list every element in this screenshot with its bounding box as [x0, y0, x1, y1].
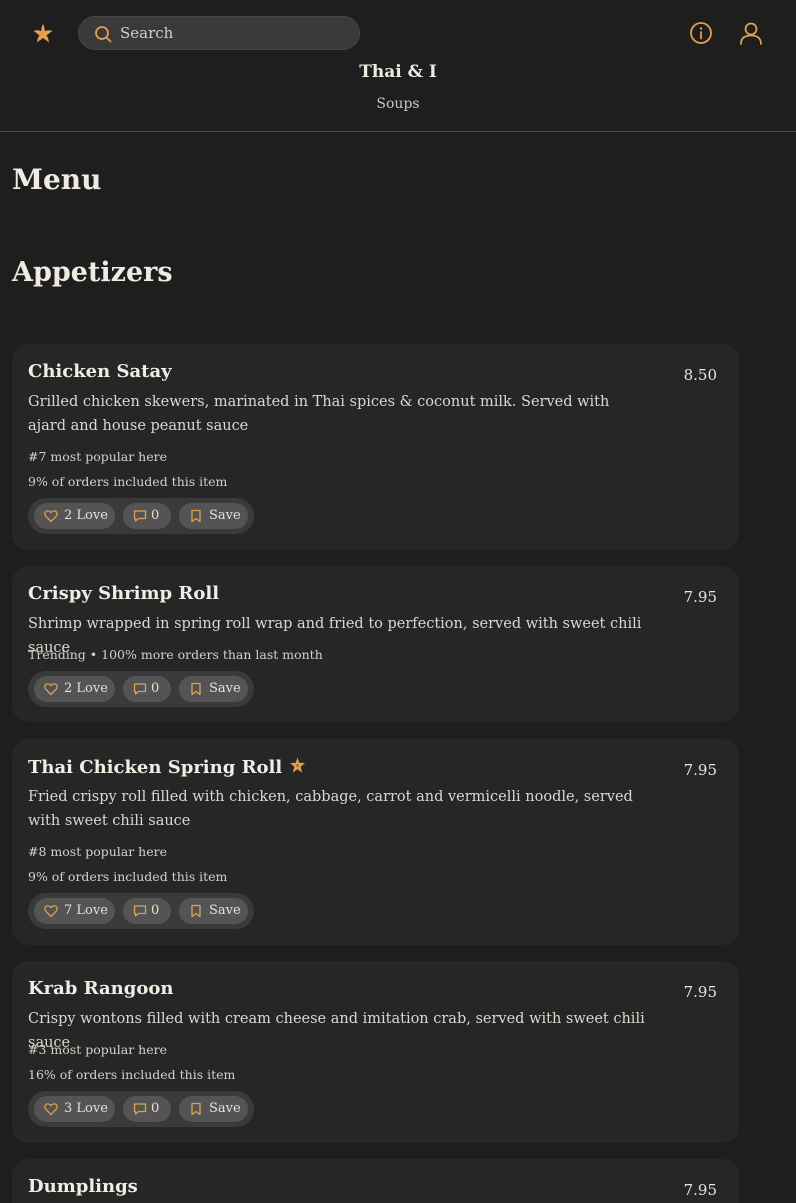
current-category[interactable]: Soups — [0, 96, 796, 112]
item-description: Grilled chicken skewers, marinated in Th… — [28, 394, 610, 434]
menu-item-card[interactable]: Krab Rangoon 7.95 Crispy wontons filled … — [12, 961, 739, 1143]
comment-button[interactable]: 0 — [123, 1096, 171, 1122]
love-count: 2 Love — [64, 508, 108, 523]
comment-count: 0 — [151, 903, 160, 918]
item-name: Thai Chicken Spring Roll — [28, 756, 307, 778]
orders-stat: 9% of orders included this item — [28, 869, 228, 884]
comment-button[interactable]: 0 — [123, 503, 171, 529]
popularity-stat: #3 most popular here — [28, 1042, 167, 1057]
love-count: 7 Love — [64, 903, 108, 918]
love-button[interactable]: 7 Love — [34, 898, 115, 924]
orders-stat: 9% of orders included this item — [28, 474, 228, 489]
save-button[interactable]: Save — [179, 503, 248, 529]
item-actions: 2 Love 0 Save — [28, 498, 254, 534]
item-name: Dumplings — [28, 1176, 138, 1197]
heart-icon — [44, 683, 58, 696]
bookmark-icon — [191, 904, 201, 918]
item-name: Krab Rangoon — [28, 978, 174, 999]
comment-count: 0 — [151, 508, 160, 523]
love-count: 2 Love — [64, 681, 108, 696]
item-price: 8.50 — [683, 366, 717, 384]
heart-icon — [44, 905, 58, 918]
item-name: Crispy Shrimp Roll — [28, 583, 220, 604]
menu-item-card[interactable]: Crispy Shrimp Roll 7.95 Shrimp wrapped i… — [12, 566, 739, 722]
trending-stat: Trending • 100% more orders than last mo… — [28, 647, 323, 662]
item-price: 7.95 — [683, 588, 717, 606]
save-button[interactable]: Save — [179, 676, 248, 702]
comment-icon — [133, 905, 147, 917]
heart-icon — [44, 510, 58, 523]
comment-icon — [133, 683, 147, 695]
love-button[interactable]: 2 Love — [34, 503, 115, 529]
item-actions: 3 Love 0 Save — [28, 1091, 254, 1127]
user-account-icon[interactable] — [738, 20, 764, 46]
restaurant-name: Thai & I — [359, 62, 437, 82]
save-label: Save — [209, 1101, 241, 1116]
info-icon[interactable] — [689, 21, 713, 45]
love-button[interactable]: 3 Love — [34, 1096, 115, 1122]
bookmark-icon — [191, 682, 201, 696]
comment-icon — [133, 1103, 147, 1115]
menu-item-card[interactable]: Chicken Satay 8.50 Grilled chicken skewe… — [12, 344, 739, 550]
save-label: Save — [209, 681, 241, 696]
search-icon — [95, 26, 112, 43]
menu-item-card[interactable]: Dumplings 7.95 — [12, 1159, 739, 1203]
heart-icon — [44, 1103, 58, 1116]
orders-stat: 16% of orders included this item — [28, 1067, 236, 1082]
item-description: Fried crispy roll filled with chicken, c… — [28, 789, 633, 829]
popularity-stat: #8 most popular here — [28, 844, 167, 859]
popularity-stat: #7 most popular here — [28, 449, 167, 464]
comment-icon — [133, 510, 147, 522]
love-count: 3 Love — [64, 1101, 108, 1116]
featured-flower-icon — [290, 757, 306, 773]
save-button[interactable]: Save — [179, 1096, 248, 1122]
love-button[interactable]: 2 Love — [34, 676, 115, 702]
search-bar[interactable]: Search — [78, 16, 360, 50]
item-actions: 7 Love 0 Save — [28, 893, 254, 929]
comment-count: 0 — [151, 1101, 160, 1116]
top-bar: Search Thai & I Soups — [0, 0, 796, 132]
menu-item-card[interactable]: Thai Chicken Spring Roll 7.95 Fried cris… — [12, 739, 739, 945]
section-title: Appetizers — [12, 257, 173, 288]
item-actions: 2 Love 0 Save — [28, 671, 254, 707]
bookmark-icon — [191, 1102, 201, 1116]
save-label: Save — [209, 903, 241, 918]
comment-count: 0 — [151, 681, 160, 696]
item-price: 7.95 — [683, 761, 717, 779]
item-price: 7.95 — [683, 983, 717, 1001]
bookmark-icon — [191, 509, 201, 523]
flower-logo-icon[interactable] — [31, 22, 55, 46]
comment-button[interactable]: 0 — [123, 676, 171, 702]
save-button[interactable]: Save — [179, 898, 248, 924]
comment-button[interactable]: 0 — [123, 898, 171, 924]
page-title: Menu — [12, 163, 102, 196]
save-label: Save — [209, 508, 241, 523]
search-placeholder[interactable]: Search — [120, 24, 173, 42]
item-name-text: Thai Chicken Spring Roll — [28, 757, 283, 778]
item-name: Chicken Satay — [28, 361, 172, 382]
item-price: 7.95 — [683, 1181, 717, 1199]
